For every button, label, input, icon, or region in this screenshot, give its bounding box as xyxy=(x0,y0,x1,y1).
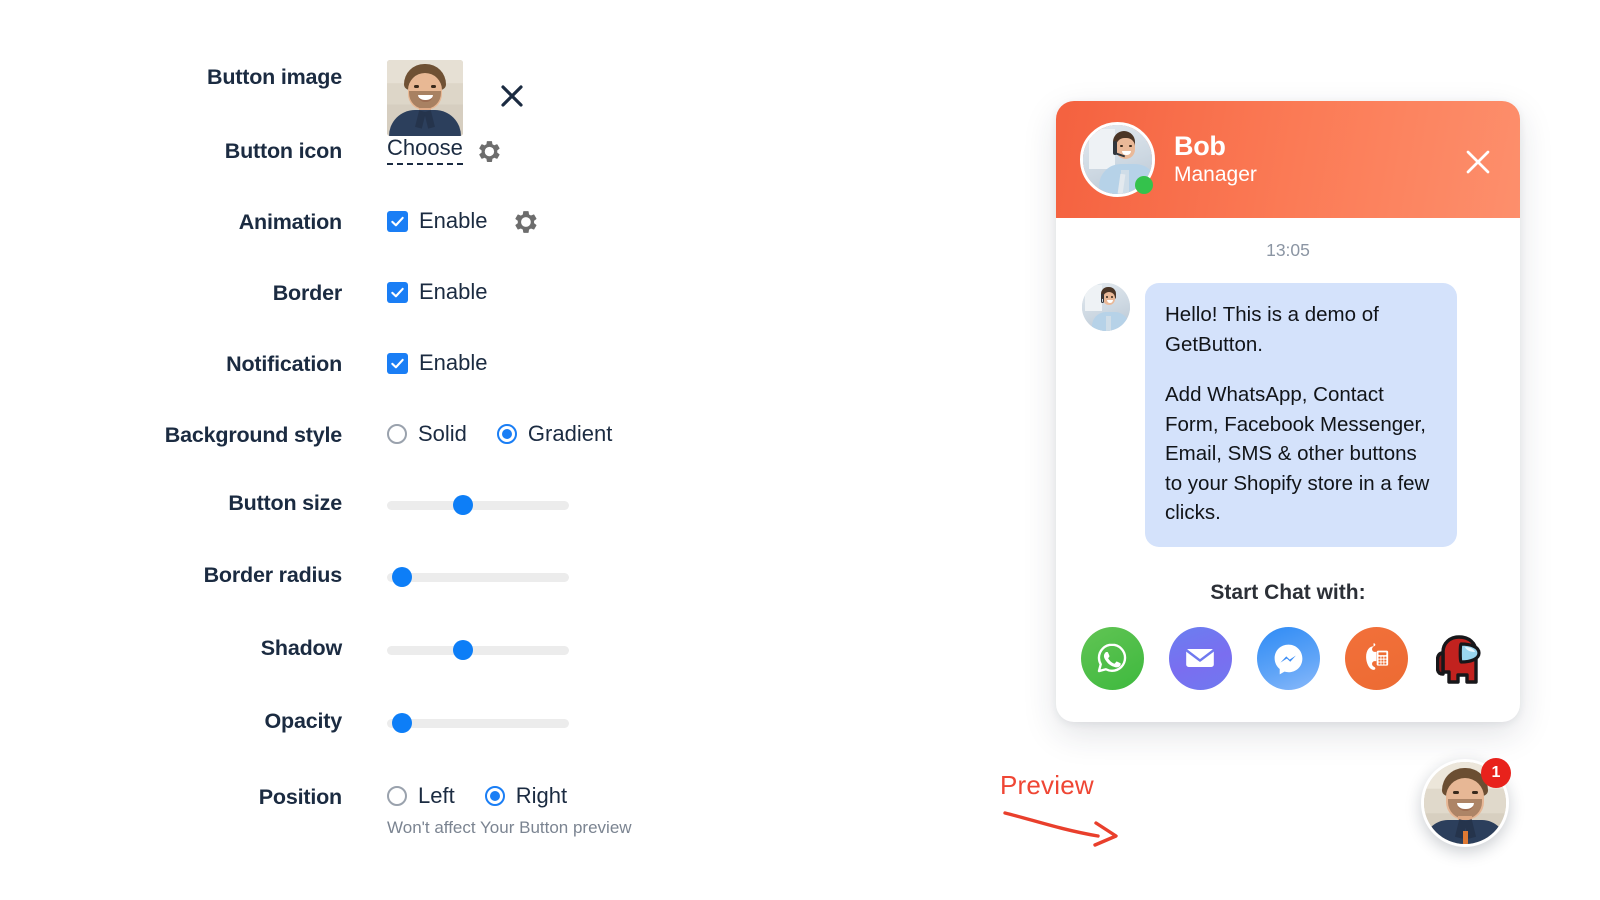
position-left-label: Left xyxy=(418,783,455,808)
message-paragraph: Add WhatsApp, Contact Form, Facebook Mes… xyxy=(1165,383,1430,525)
chat-widget-header: Bob Manager xyxy=(1056,101,1520,218)
message-bubble: Hello! This is a demo of GetButton. Add … xyxy=(1145,283,1457,547)
label-border-radius: Border radius xyxy=(203,563,343,587)
messenger-icon[interactable] xyxy=(1256,626,1320,690)
whatsapp-icon[interactable] xyxy=(1080,626,1144,690)
background-style-option-gradient[interactable]: Gradient xyxy=(496,421,613,447)
chat-launcher-button[interactable]: 1 xyxy=(1421,758,1511,847)
agent-avatar xyxy=(1080,122,1155,197)
shadow-slider[interactable] xyxy=(387,640,569,660)
animation-gear-icon[interactable] xyxy=(513,209,538,234)
channel-buttons xyxy=(1080,626,1496,690)
chat-widget-body: 13:05 Hello! This is a demo of GetButton… xyxy=(1056,218,1520,690)
message-paragraph: Hello! This is a demo of GetButton. xyxy=(1165,303,1379,356)
label-button-size: Button size xyxy=(228,491,342,515)
label-opacity: Opacity xyxy=(264,709,343,733)
agent-name: Bob xyxy=(1174,130,1226,161)
close-icon[interactable] xyxy=(1463,147,1493,182)
label-shadow: Shadow xyxy=(260,636,342,660)
button-image-thumbnail[interactable] xyxy=(387,60,463,136)
chat-message: Hello! This is a demo of GetButton. Add … xyxy=(1082,283,1494,547)
background-style-gradient-label: Gradient xyxy=(527,421,613,446)
label-notification: Notification xyxy=(226,352,342,376)
background-style-option-solid[interactable]: Solid xyxy=(387,421,467,447)
slider-track xyxy=(387,646,569,655)
settings-panel: Button image Button icon Choose Animatio… xyxy=(0,0,700,900)
border-enable-label: Enable xyxy=(419,279,488,304)
message-avatar xyxy=(1082,283,1130,331)
radio-dot-solid xyxy=(387,424,407,444)
radio-dot-gradient xyxy=(496,424,517,444)
agent-info: Bob Manager xyxy=(1174,130,1257,187)
phone-icon[interactable] xyxy=(1344,626,1408,690)
animation-enable-checkbox[interactable] xyxy=(387,210,408,232)
opacity-control xyxy=(387,713,569,733)
slider-thumb[interactable] xyxy=(453,495,474,515)
label-background-style: Background style xyxy=(164,423,342,447)
radio-dot-left xyxy=(387,786,407,806)
background-style-control: Solid Gradient xyxy=(387,421,612,447)
preview-arrow-icon xyxy=(1003,811,1118,847)
border-control: Enable xyxy=(387,279,488,305)
opacity-slider[interactable] xyxy=(387,713,569,733)
choose-icon-link[interactable]: Choose xyxy=(387,137,463,165)
button-size-slider[interactable] xyxy=(387,495,569,515)
among-us-icon[interactable] xyxy=(1433,627,1496,690)
slider-track xyxy=(387,719,569,728)
online-status-indicator xyxy=(1135,176,1153,194)
label-border: Border xyxy=(272,281,342,305)
position-option-right[interactable]: Right xyxy=(484,783,568,809)
slider-thumb[interactable] xyxy=(391,567,412,587)
notification-control: Enable xyxy=(387,350,488,376)
chat-widget: Bob Manager 13:05 Hello! This is a demo … xyxy=(1056,101,1520,722)
email-icon[interactable] xyxy=(1168,626,1232,690)
message-timestamp: 13:05 xyxy=(1266,240,1310,260)
background-style-solid-label: Solid xyxy=(418,421,467,446)
border-radius-control xyxy=(387,567,569,587)
border-radius-slider[interactable] xyxy=(387,567,569,587)
button-icon-control: Choose xyxy=(387,137,502,165)
button-size-control xyxy=(387,495,569,515)
border-enable-checkbox[interactable] xyxy=(387,281,408,303)
start-chat-label: Start Chat with: xyxy=(1210,580,1366,604)
slider-thumb[interactable] xyxy=(453,640,474,660)
label-animation: Animation xyxy=(238,210,343,234)
animation-control: Enable xyxy=(387,208,538,234)
slider-track xyxy=(387,501,569,510)
label-button-image: Button image xyxy=(207,65,342,89)
position-control: Left Right Won't affect Your Button prev… xyxy=(387,783,632,838)
animation-enable-label: Enable xyxy=(419,208,488,233)
shadow-control xyxy=(387,640,569,660)
gear-icon[interactable] xyxy=(477,139,502,164)
notification-enable-checkbox[interactable] xyxy=(387,352,408,374)
label-position: Position xyxy=(258,785,342,809)
remove-image-icon[interactable] xyxy=(498,82,528,112)
button-image-control xyxy=(387,60,547,138)
notification-badge: 1 xyxy=(1481,758,1511,788)
agent-role: Manager xyxy=(1174,163,1257,187)
position-hint: Won't affect Your Button preview xyxy=(387,818,632,837)
page-root: Button image Button icon Choose Animatio… xyxy=(0,0,1600,900)
notification-enable-label: Enable xyxy=(419,350,488,375)
label-button-icon: Button icon xyxy=(224,139,342,163)
position-right-label: Right xyxy=(515,783,568,808)
slider-thumb[interactable] xyxy=(391,713,412,733)
slider-track xyxy=(387,573,569,582)
radio-dot-right xyxy=(484,786,505,806)
position-option-left[interactable]: Left xyxy=(387,783,455,809)
